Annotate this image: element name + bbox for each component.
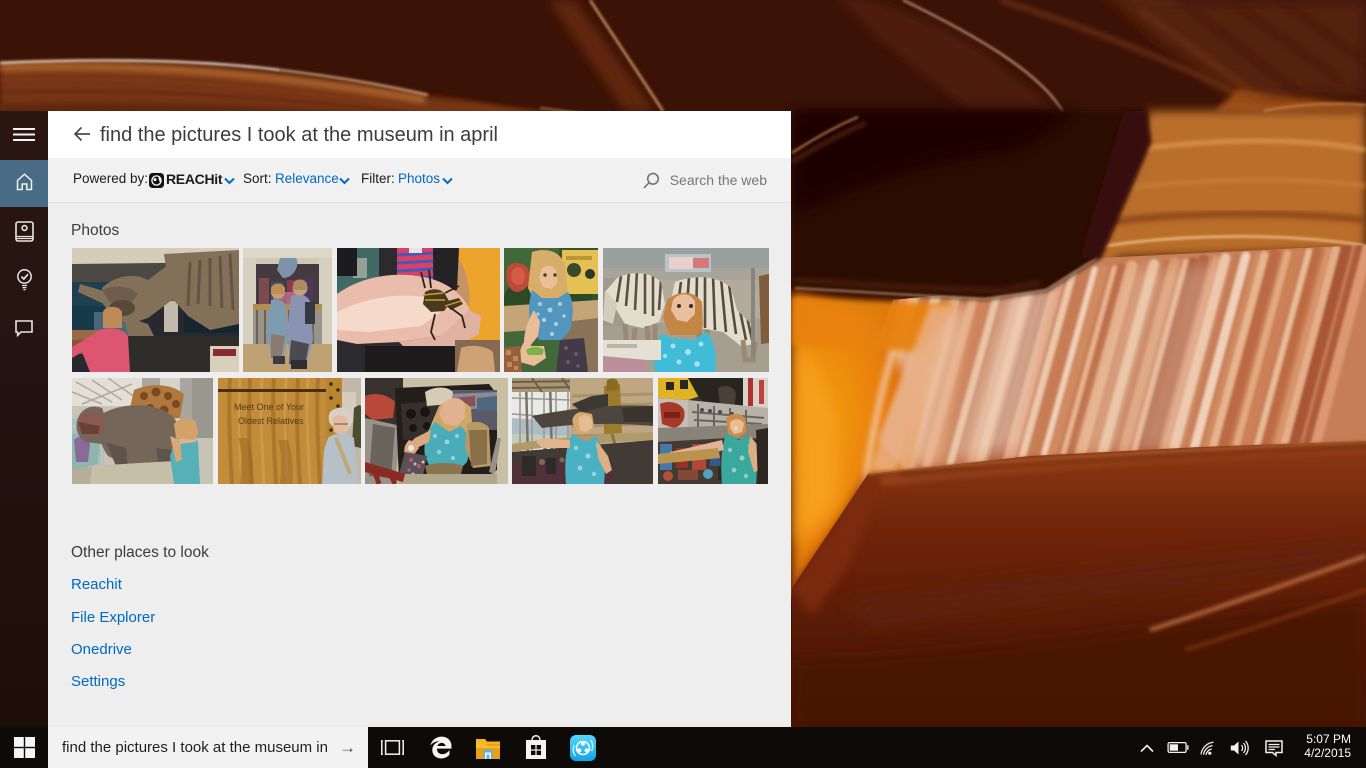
- svg-text:Oldest Relatives: Oldest Relatives: [238, 416, 304, 426]
- svg-text:Meet One of Your: Meet One of Your: [234, 402, 304, 412]
